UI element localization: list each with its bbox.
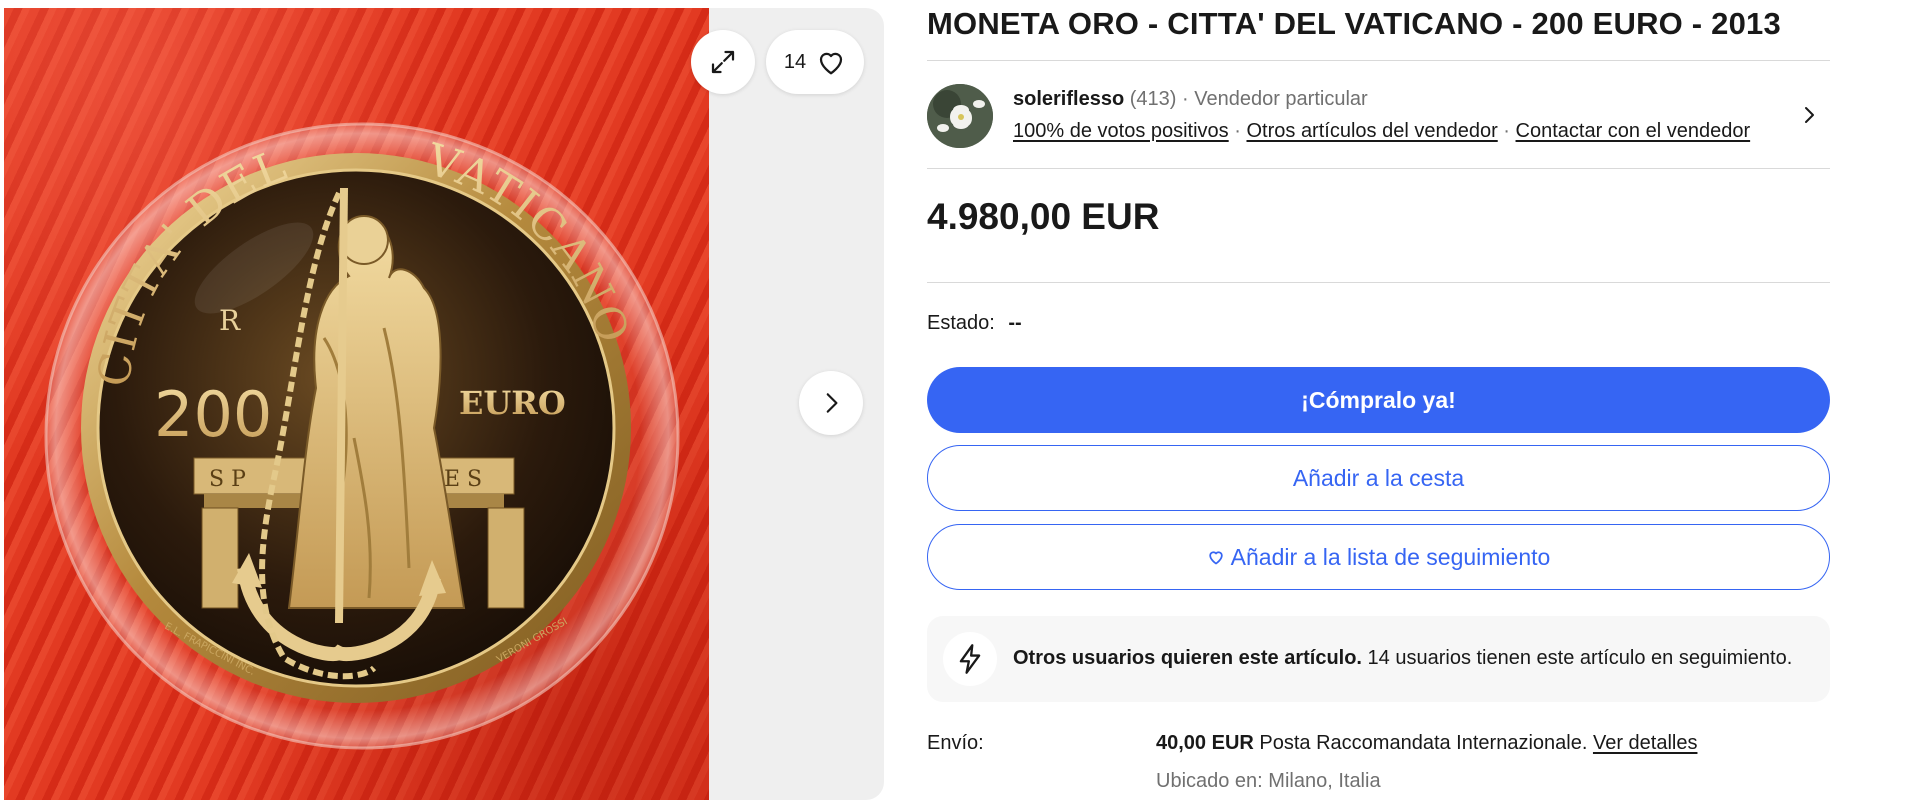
- seller-card[interactable]: soleriflesso (413) · Vendedor particular…: [927, 82, 1830, 154]
- shipping-service: Posta Raccomandata Internazionale.: [1259, 732, 1588, 754]
- watch-count-button[interactable]: 14: [766, 30, 864, 94]
- add-to-cart-button[interactable]: Añadir a la cesta: [927, 445, 1830, 511]
- expand-button[interactable]: [691, 30, 755, 94]
- heart-icon: [820, 52, 843, 75]
- seller-avatar-image: [927, 84, 993, 148]
- shipping-details-link[interactable]: Ver detalles: [1593, 732, 1698, 754]
- add-to-watchlist-button[interactable]: Añadir a la lista de seguimiento: [927, 524, 1830, 590]
- item-location: Ubicado en: Milano, Italia: [1156, 770, 1381, 792]
- watchers-detail: 14 usuarios tienen este artículo en segu…: [1367, 647, 1793, 669]
- seller-type: Vendedor particular: [1194, 88, 1368, 110]
- separator: ·: [1182, 88, 1189, 110]
- separator: ·: [1234, 120, 1241, 142]
- bench-text-right: E S: [444, 467, 482, 492]
- next-image-button[interactable]: [799, 371, 863, 435]
- chevron-right-icon: [826, 393, 838, 413]
- heart-icon: [1208, 551, 1223, 565]
- divider: [927, 282, 1830, 283]
- image-gallery: CITTA' DEL VATICANO R 200 EURO S P E S E…: [4, 8, 884, 800]
- expand-icon: [711, 50, 735, 74]
- positive-feedback-link[interactable]: 100% de votos positivos: [1013, 120, 1229, 142]
- watchers-banner: Otros usuarios quieren este artículo. 14…: [927, 616, 1830, 702]
- separator: ·: [1503, 120, 1510, 142]
- contact-seller-link[interactable]: Contactar con el vendedor: [1516, 120, 1751, 142]
- main-product-image[interactable]: CITTA' DEL VATICANO R 200 EURO S P E S E…: [4, 8, 709, 800]
- watchers-text: Otros usuarios quieren este artículo. 14…: [1013, 647, 1792, 670]
- listing-title: MONETA ORO - CITTA' DEL VATICANO - 200 E…: [927, 6, 1781, 41]
- condition-label: Estado:: [927, 312, 995, 334]
- shipping-label: Envío:: [927, 732, 984, 754]
- coin-unit: EURO: [459, 384, 566, 422]
- seller-avatar[interactable]: [927, 84, 993, 148]
- price: 4.980,00 EUR: [927, 196, 1160, 237]
- bench-text-left: S P: [209, 467, 246, 492]
- lightning-icon: [943, 632, 997, 686]
- divider: [927, 168, 1830, 169]
- divider: [927, 60, 1830, 61]
- chevron-right-icon[interactable]: [1797, 102, 1821, 128]
- condition: Estado: --: [927, 312, 1022, 335]
- watch-count: 14: [783, 50, 807, 73]
- condition-value: --: [1008, 312, 1022, 334]
- shipping-cost: 40,00 EUR: [1156, 732, 1254, 754]
- seller-links: 100% de votos positivos · Otros artículo…: [1013, 120, 1750, 143]
- seller-info: soleriflesso (413) · Vendedor particular: [1013, 88, 1368, 111]
- seller-name[interactable]: soleriflesso: [1013, 88, 1124, 110]
- add-to-watchlist-label: Añadir a la lista de seguimiento: [1230, 543, 1551, 570]
- shipping-info: 40,00 EUR Posta Raccomandata Internazion…: [1156, 732, 1697, 755]
- seller-feedback-count: (413): [1129, 88, 1177, 110]
- coin-photo: CITTA' DEL VATICANO R 200 EURO S P E S E…: [44, 122, 680, 750]
- other-items-link[interactable]: Otros artículos del vendedor: [1246, 120, 1497, 142]
- coin-value: 200: [154, 378, 272, 451]
- buy-now-button[interactable]: ¡Cómpralo ya!: [927, 367, 1830, 433]
- watchers-headline: Otros usuarios quieren este artículo.: [1013, 647, 1362, 669]
